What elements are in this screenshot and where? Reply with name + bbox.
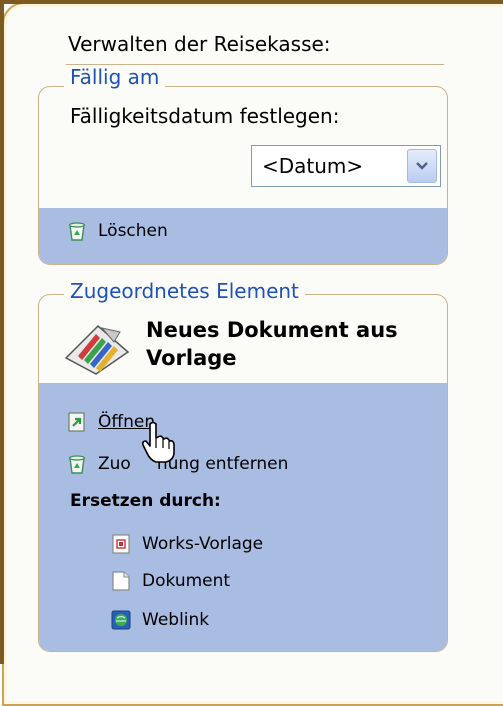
weblink-icon — [110, 609, 132, 631]
replace-option-weblink[interactable]: Weblink — [110, 609, 209, 631]
document-icon — [110, 570, 132, 592]
window-edge-left — [0, 0, 4, 664]
hand-cursor-icon — [142, 421, 175, 463]
works-template-icon — [110, 533, 132, 555]
recycle-bin-icon — [66, 220, 88, 242]
delete-label: Löschen — [98, 221, 168, 241]
delete-button[interactable]: Löschen — [66, 220, 168, 242]
document-label: Dokument — [142, 571, 231, 591]
works-template-label: Works-Vorlage — [142, 534, 264, 554]
open-arrow-icon — [66, 411, 88, 433]
replace-with-heading: Ersetzen durch: — [70, 491, 221, 511]
document-title-line-2: Vorlage — [146, 346, 237, 370]
replace-option-works-template[interactable]: Works-Vorlage — [110, 533, 263, 555]
assigned-element-legend: Zugeordnetes Element — [64, 279, 305, 303]
pane-heading: Verwalten der Reisekasse: — [68, 32, 331, 56]
replace-option-document[interactable]: Dokument — [110, 570, 230, 592]
date-dropdown[interactable]: <Datum> — [251, 145, 441, 187]
due-date-label: Fälligkeitsdatum festlegen: — [70, 104, 340, 128]
assigned-document-title: Neues Dokument aus Vorlage — [146, 316, 436, 372]
document-title-line-1: Neues Dokument aus — [146, 318, 398, 342]
date-dropdown-value: <Datum> — [262, 154, 364, 178]
works-document-icon — [64, 324, 130, 375]
chevron-down-icon[interactable] — [407, 149, 437, 183]
weblink-label: Weblink — [142, 610, 210, 630]
due-date-legend: Fällig am — [64, 65, 166, 89]
recycle-bin-icon — [66, 453, 88, 475]
remove-assignment-label-start: Zuo — [98, 454, 131, 474]
window-edge-top — [0, 0, 503, 4]
